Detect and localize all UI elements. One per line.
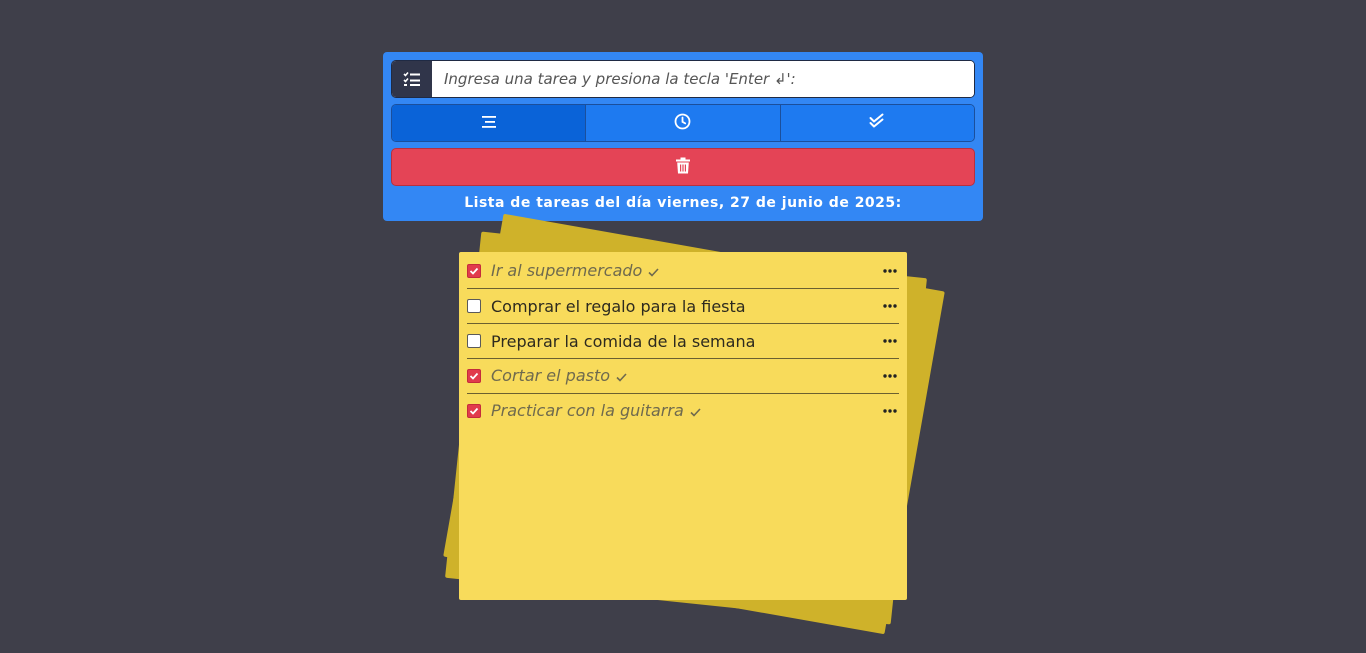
done-check-icon [616, 367, 627, 386]
task-item: Preparar la comida de la semana [467, 324, 899, 359]
task-options-button[interactable] [881, 339, 899, 343]
done-check-icon [648, 262, 659, 281]
task-control-panel: Lista de tareas del día viernes, 27 de j… [383, 52, 983, 221]
task-item: Ir al supermercado [467, 254, 899, 289]
task-checkbox[interactable] [467, 299, 481, 313]
task-input-group [391, 60, 975, 98]
task-options-button[interactable] [881, 374, 899, 378]
task-text: Comprar el regalo para la fiesta [491, 296, 746, 316]
delete-completed-button[interactable] [391, 148, 975, 186]
task-options-button[interactable] [881, 269, 899, 273]
task-options-button[interactable] [881, 409, 899, 413]
filter-pending-button[interactable] [586, 105, 781, 141]
task-list-note: Ir al supermercado Comprar el regalo par… [459, 252, 907, 600]
done-check-icon [690, 402, 701, 421]
task-options-button[interactable] [881, 304, 899, 308]
list-title: Lista de tareas del día viernes, 27 de j… [464, 195, 902, 211]
task-input[interactable] [432, 61, 974, 97]
task-checkbox[interactable] [467, 369, 481, 383]
filter-completed-button[interactable] [780, 105, 974, 141]
task-checkbox[interactable] [467, 334, 481, 348]
double-check-icon [869, 113, 885, 133]
task-checkbox[interactable] [467, 264, 481, 278]
task-item: Cortar el pasto [467, 359, 899, 394]
task-text: Preparar la comida de la semana [491, 331, 756, 351]
task-list-icon [392, 61, 432, 97]
filter-all-button[interactable] [392, 105, 587, 141]
task-item: Practicar con la guitarra [467, 394, 899, 428]
trash-icon [676, 157, 690, 178]
task-checkbox[interactable] [467, 404, 481, 418]
task-text: Ir al supermercado [491, 261, 881, 281]
filter-buttons [391, 104, 975, 142]
clock-icon [674, 113, 691, 134]
task-item: Comprar el regalo para la fiesta [467, 289, 899, 324]
list-icon [481, 114, 497, 133]
task-text: Cortar el pasto [491, 366, 881, 386]
task-text: Practicar con la guitarra [491, 401, 881, 421]
